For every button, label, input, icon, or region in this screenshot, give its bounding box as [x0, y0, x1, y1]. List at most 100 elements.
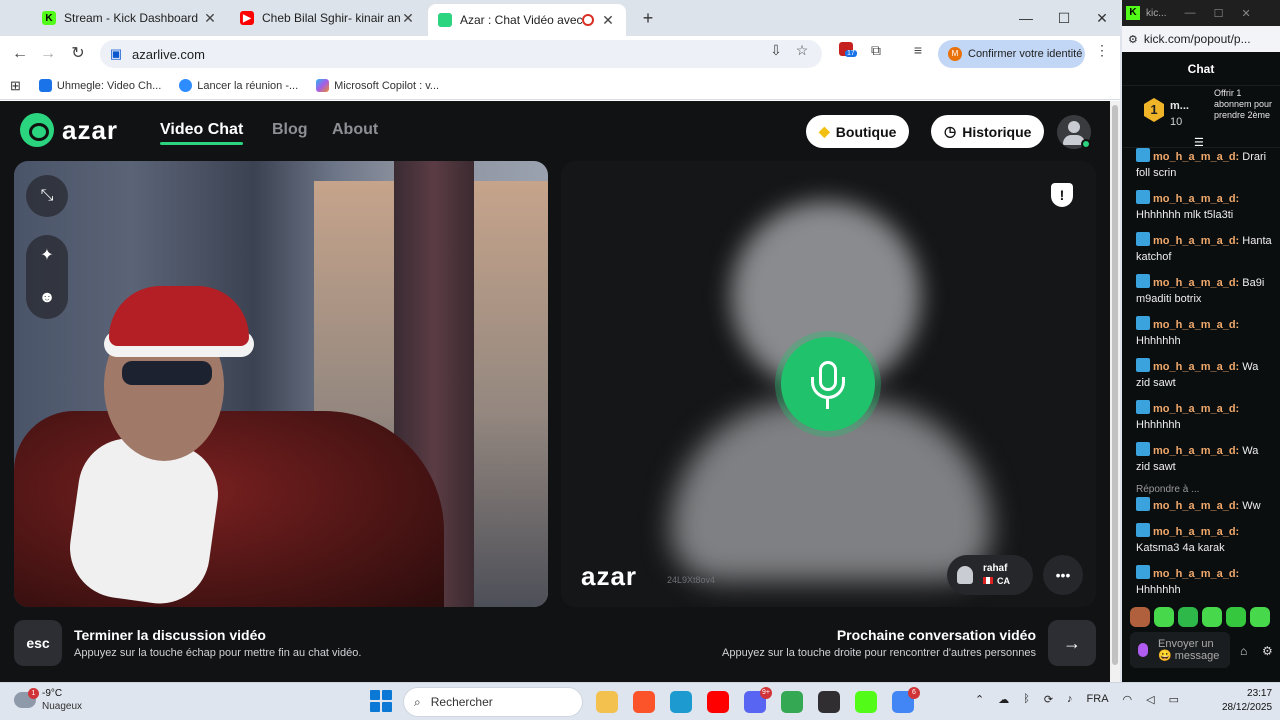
bookmark-star-icon[interactable]: ☆ — [792, 42, 812, 59]
identity-button[interactable]: M Confirmer votre identité — [938, 40, 1085, 68]
emote-icon[interactable] — [1130, 607, 1150, 627]
brave-icon[interactable] — [633, 691, 655, 713]
close-window-button[interactable]: ✕ — [1241, 7, 1250, 20]
chat-message[interactable]: mo_h_a_m_a_d: Drari foll scrin — [1136, 148, 1272, 181]
start-button[interactable] — [370, 690, 392, 712]
clock[interactable]: 23:17 28/12/2025 — [1222, 687, 1272, 715]
kick-icon[interactable] — [855, 691, 877, 713]
menu-icon[interactable]: ⋮ — [1092, 42, 1112, 59]
close-icon[interactable]: ✕ — [600, 12, 616, 29]
language-indicator[interactable]: FRA — [1087, 693, 1109, 706]
chat-message[interactable]: mo_h_a_m_a_d: Hhhhhhh — [1136, 316, 1272, 349]
chat-username[interactable]: mo_h_a_m_a_d: — [1153, 526, 1239, 538]
chat-username[interactable]: mo_h_a_m_a_d: — [1153, 445, 1239, 457]
face-filter-icon[interactable]: ☻ — [39, 277, 56, 319]
chat-message[interactable]: mo_h_a_m_a_d: Ba9i m9aditi botrix — [1136, 274, 1272, 307]
chat-message[interactable]: mo_h_a_m_a_d: Katsma3 4a karak — [1136, 523, 1272, 556]
emote-icon[interactable] — [1178, 607, 1198, 627]
scrollbar-thumb[interactable] — [1112, 105, 1118, 665]
report-shield-icon[interactable]: ! — [1051, 183, 1073, 207]
wifi-icon[interactable]: ◠ — [1123, 693, 1133, 706]
chat-username[interactable]: mo_h_a_m_a_d: — [1153, 361, 1239, 373]
weather-widget[interactable]: 1 -9°C Nuageux — [14, 687, 82, 713]
site-settings-icon[interactable]: ⚙ — [1128, 33, 1138, 46]
next-chat-button[interactable]: → — [1048, 620, 1096, 666]
chat-message[interactable]: mo_h_a_m_a_d: Ww — [1136, 497, 1272, 514]
chat-message[interactable]: mo_h_a_m_a_d: Wa zid sawt — [1136, 358, 1272, 391]
emote-icon[interactable] — [1226, 607, 1246, 627]
chrome-icon[interactable] — [781, 691, 803, 713]
apps-grid-icon[interactable]: ⊞ — [10, 78, 21, 94]
reload-icon[interactable]: ↻ — [66, 42, 90, 66]
tab-kick-dashboard[interactable]: K Stream - Kick Dashboard ✕ — [32, 4, 228, 32]
chat-username[interactable]: mo_h_a_m_a_d: — [1153, 403, 1239, 415]
history-button[interactable]: ◷ Historique — [931, 115, 1045, 148]
nav-about[interactable]: About — [332, 121, 378, 139]
microphone-icon[interactable]: ♪ — [1067, 693, 1073, 706]
kick-address-bar[interactable]: ⚙ kick.com/popout/p... — [1122, 26, 1280, 52]
file-explorer-icon[interactable] — [596, 691, 618, 713]
chrome-profile-icon[interactable]: 6 — [892, 687, 920, 713]
nav-video-chat[interactable]: Video Chat — [160, 121, 244, 145]
back-icon[interactable]: ← — [8, 42, 32, 66]
install-app-icon[interactable]: ⇩ — [766, 42, 786, 59]
store-icon[interactable]: ⌂ — [1240, 644, 1247, 658]
battery-icon[interactable]: ▭ — [1169, 693, 1179, 706]
chat-bubble-button[interactable]: ••• — [1043, 555, 1083, 595]
close-window-button[interactable]: ✕ — [1082, 6, 1122, 30]
gift-sub-offer[interactable]: Offrir 1 abonnem pour prendre 2ème — [1214, 88, 1274, 121]
site-info-icon[interactable]: ▣ — [108, 46, 124, 62]
chat-message[interactable]: mo_h_a_m_a_d: Hanta katchof — [1136, 232, 1272, 265]
discord-icon[interactable]: 9+ — [744, 687, 772, 713]
page-scrollbar[interactable] — [1110, 101, 1120, 682]
close-icon[interactable]: ✕ — [400, 10, 416, 27]
obs-icon[interactable] — [818, 691, 840, 713]
bookmark-zoom[interactable]: Lancer la réunion -... — [179, 79, 298, 92]
chat-message[interactable]: mo_h_a_m_a_d: Hhhhhhh — [1136, 400, 1272, 433]
maximize-button[interactable]: ☐ — [1044, 6, 1084, 30]
new-tab-button[interactable]: + — [628, 6, 668, 30]
bookmark-copilot[interactable]: Microsoft Copilot : v... — [316, 79, 439, 92]
chevron-up-icon[interactable]: ⌃ — [975, 693, 984, 706]
partner-info-badge[interactable]: rahaf CA — [947, 555, 1033, 595]
chat-username[interactable]: mo_h_a_m_a_d: — [1153, 319, 1239, 331]
sync-icon[interactable]: ⟳ — [1044, 693, 1053, 706]
close-icon[interactable]: ✕ — [202, 10, 218, 27]
bluetooth-icon[interactable]: ᛒ — [1023, 693, 1030, 706]
minimize-button[interactable]: — — [1006, 6, 1046, 30]
chat-username[interactable]: mo_h_a_m_a_d: — [1153, 151, 1239, 163]
chat-message[interactable]: mo_h_a_m_a_d: Wa zid sawt — [1136, 442, 1272, 475]
tab-youtube[interactable]: ▶ Cheb Bilal Sghir- kinair ana - Yo ✕ — [230, 4, 426, 32]
media-control-icon[interactable]: ≡ — [908, 42, 928, 58]
chat-message[interactable]: mo_h_a_m_a_d: Hhhhhhh mlk t5la3ti — [1136, 190, 1272, 223]
chat-username[interactable]: mo_h_a_m_a_d: — [1153, 277, 1239, 289]
forward-icon[interactable]: → — [36, 42, 60, 66]
bookmark-uhmegle[interactable]: Uhmegle: Video Ch... — [38, 79, 161, 92]
maximize-button[interactable]: ☐ — [1214, 7, 1224, 20]
chat-input[interactable]: Envoyer un 😀 message — [1130, 632, 1230, 668]
shrink-video-button[interactable]: ⤡ — [26, 175, 68, 217]
microphone-button[interactable] — [781, 337, 875, 431]
emote-icon[interactable] — [1250, 607, 1270, 627]
onedrive-icon[interactable]: ☁ — [998, 693, 1009, 706]
microphone-icon[interactable] — [1138, 643, 1148, 657]
profile-button[interactable] — [1057, 115, 1091, 149]
address-bar[interactable]: ▣ azarlive.com — [100, 40, 822, 68]
edge-icon[interactable] — [670, 691, 692, 713]
extension-icon[interactable]: 17 — [836, 42, 857, 59]
volume-icon[interactable]: ◁ — [1146, 693, 1154, 706]
extensions-puzzle-icon[interactable]: ⧉ — [866, 42, 886, 59]
sparkle-effects-icon[interactable]: ✦ — [40, 235, 53, 277]
youtube-icon[interactable] — [707, 691, 729, 713]
nav-blog[interactable]: Blog — [272, 121, 308, 139]
taskbar-search[interactable]: ⌕ Rechercher — [403, 687, 583, 717]
chat-message[interactable]: mo_h_a_m_a_d: Hhhhhhh — [1136, 565, 1272, 598]
emote-icon[interactable] — [1202, 607, 1222, 627]
chat-username[interactable]: mo_h_a_m_a_d: — [1153, 235, 1239, 247]
chat-username[interactable]: mo_h_a_m_a_d: — [1153, 193, 1239, 205]
minimize-button[interactable]: — — [1185, 7, 1196, 19]
tab-azar[interactable]: Azar : Chat Vidéo avec de n ✕ — [428, 4, 626, 36]
chat-username[interactable]: mo_h_a_m_a_d: — [1153, 500, 1239, 512]
settings-icon[interactable]: ⚙ — [1262, 644, 1273, 658]
chat-username[interactable]: mo_h_a_m_a_d: — [1153, 568, 1239, 580]
